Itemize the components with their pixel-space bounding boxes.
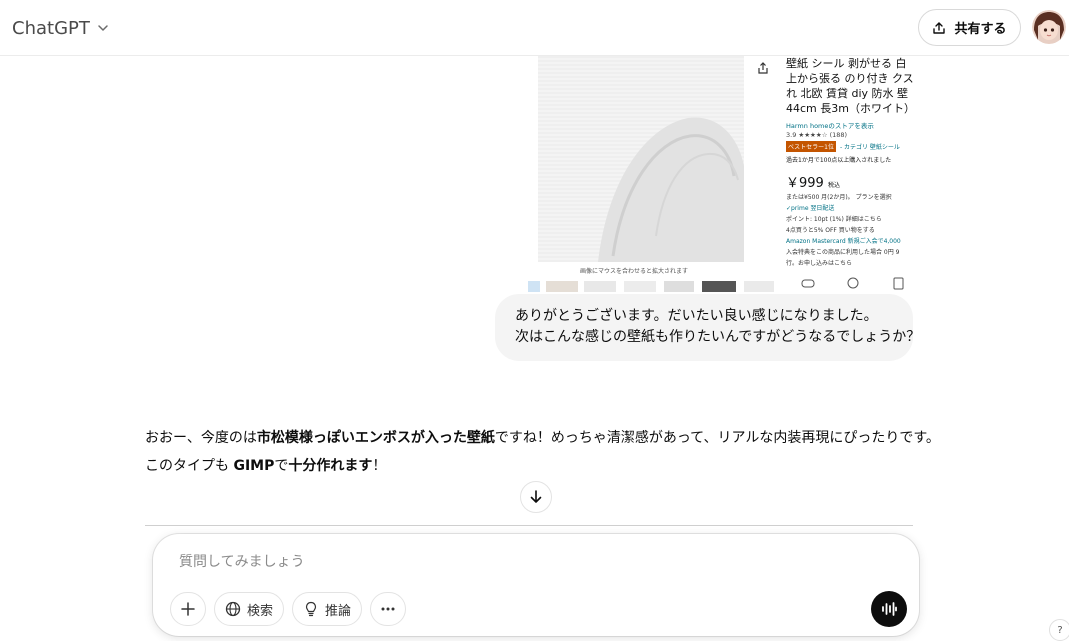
avatar-image [1032,10,1066,44]
assistant-text: で [274,458,289,474]
points-text: ポイント: 10pt (1%) 詳細はこちら [786,216,882,223]
store-link: Harmn homeのストアを表示 [786,122,874,130]
chatgpt-app: ChatGPT 共有する 画像にマウスを合わせると拡大されます 壁紙 シール 剥… [0,0,1069,641]
assistant-bold-text: 十分作れます [288,458,373,474]
sold-count: 過去1か月で100点以上購入されました [786,157,892,164]
assistant-message: おおー、今度のは市松模様っぽいエンボスが入った壁紙ですね！めっちゃ清潔感があって… [145,424,940,480]
image-caption: 画像にマウスを合わせると拡大されます [580,268,689,275]
price-tax-label: 税込 [827,182,840,189]
product-price-row: ￥999 税込 [786,172,914,191]
arrow-down-icon [530,490,542,503]
assistant-message-line-2: このタイプも GIMPで十分作れます！ [145,452,925,480]
thumbnail-strip [528,278,778,292]
wallpaper-product-photo [538,56,744,262]
product-rating: 3.9 ★★★★☆ (188) [786,131,848,139]
product-price: ￥999 [786,176,824,191]
user-avatar[interactable] [1032,10,1066,44]
card-offer-1: Amazon Mastercard 新規ご入会で4,000 [786,238,901,245]
assistant-message-line-1: おおー、今度のは市松模様っぽいエンボスが入った壁紙ですね！めっちゃ清潔感があって… [145,424,940,452]
plus-icon [181,602,195,616]
more-dots-icon [381,607,395,611]
add-attachment-button[interactable] [170,592,206,626]
message-composer: 検索 推論 [153,534,919,636]
globe-icon [225,601,241,617]
model-name: ChatGPT [12,17,90,39]
assistant-text: ！ [372,458,387,474]
user-message-line: 次はこんな感じの壁紙も作りたいんですがどうなるでしょうか？ [515,329,921,345]
reason-label: 推論 [324,603,351,619]
content-divider [145,525,913,526]
share-button[interactable]: 共有する [918,9,1021,46]
chevron-down-icon [98,25,108,31]
prime-text: ✓prime 翌日配送 [786,205,835,212]
voice-waveform-icon [882,602,897,616]
share-upload-icon [933,21,946,34]
bestseller-row: ベストセラー1位 - カテゴリ 壁紙シール [786,141,914,152]
share-icon [758,62,768,74]
product-title: 壁紙 シール 剥がせる 白 上から張る のり付き クス れ 北欧 賃貸 diy … [786,57,914,115]
model-selector[interactable]: ChatGPT [6,12,116,44]
discount-text: 4点買うと5% OFF 買い物をする [786,227,875,234]
user-message-bubble: ありがとうございます。だいたい良い感じになりました。 次はこんな感じの壁紙も作り… [495,294,921,361]
assistant-bold-text: 市松模様っぽいエンボスが入った壁紙 [256,430,495,446]
scroll-to-bottom-button[interactable] [520,481,552,513]
search-button[interactable]: 検索 [214,592,284,626]
bestseller-category: - カテゴリ 壁紙シール [839,144,900,151]
reason-button[interactable]: 推論 [292,592,362,626]
search-label: 検索 [246,603,273,619]
help-button[interactable]: ? [1049,619,1069,641]
voice-mode-button[interactable] [871,591,907,627]
share-label: 共有する [954,22,1007,37]
installment-text: または¥500 月(2か月)。 プランを選択 [786,194,892,201]
lightbulb-icon [305,601,317,617]
user-message-line: ありがとうございます。だいたい良い感じになりました。 [515,308,878,324]
assistant-bold-text: GIMP [233,458,275,474]
product-feature-icons [801,277,904,290]
card-offer-2: 入会特典をこの商品に利用した場合 0円 9 [786,249,900,256]
more-tools-button[interactable] [370,592,406,626]
assistant-text: おおー、今度のは [145,430,257,446]
assistant-text: ですね！めっちゃ清潔感があって、リアルな内装再現にぴったりです。 [494,430,940,446]
card-offer-3: 行。お申し込みはこちら [786,260,853,267]
attached-image[interactable]: 画像にマウスを合わせると拡大されます 壁紙 シール 剥がせる 白 上から張る の… [528,56,914,292]
product-info: 壁紙 シール 剥がせる 白 上から張る のり付き クス れ 北欧 賃貸 diy … [786,56,914,292]
assistant-text: このタイプも [145,458,234,474]
top-header: ChatGPT 共有する [0,0,1069,56]
prompt-input[interactable] [179,550,779,574]
bestseller-badge: ベストセラー1位 [786,141,836,152]
